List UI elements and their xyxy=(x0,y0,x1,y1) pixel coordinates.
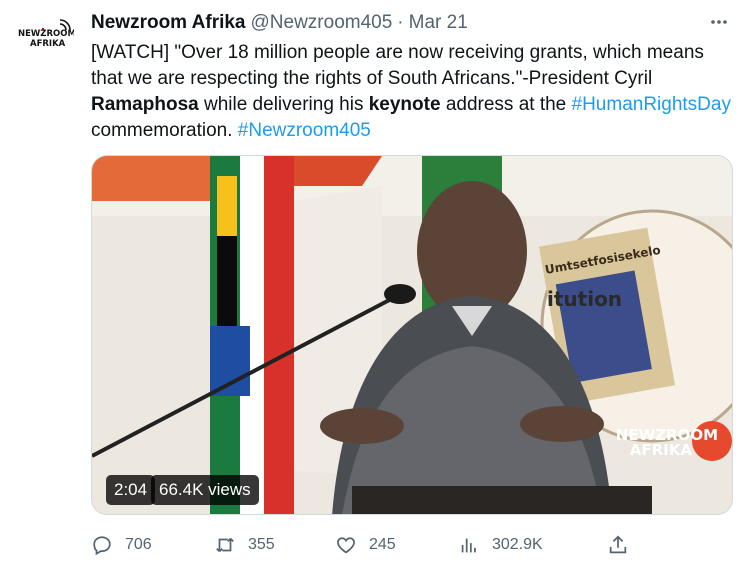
hashtag-human-rights-day[interactable]: #HumanRightsDay xyxy=(572,94,731,115)
book-word: itution xyxy=(547,287,622,311)
tweet-actions: 706 355 245 302.9K xyxy=(91,530,636,560)
newzroom-logo: NEWZROOM AFRIKA xyxy=(18,19,74,49)
reply-icon xyxy=(93,536,111,556)
svg-text:NEWZROOM: NEWZROOM xyxy=(18,29,74,39)
tweet-text: [WATCH] "Over 18 million people are now … xyxy=(91,40,736,144)
video-duration: 2:04 xyxy=(106,475,156,505)
tweet-text-part: [WATCH] "Over 18 million people are now … xyxy=(91,42,704,89)
like-button[interactable]: 245 xyxy=(335,534,396,556)
heart-icon xyxy=(337,537,355,554)
author-handle[interactable]: @Newzroom405 xyxy=(251,12,393,34)
video-views-badge: 66.4K views xyxy=(151,475,259,505)
tweet-header: Newzroom Afrika @Newzroom405 · Mar 21 xyxy=(91,11,734,35)
analytics-button[interactable]: 302.9K xyxy=(458,534,543,556)
watermark-line2: AFRIKA xyxy=(629,441,693,459)
analytics-icon xyxy=(461,538,476,553)
video-player[interactable]: Umtsetfosisekelo itution 2:04 66.4K view… xyxy=(91,155,733,515)
tweet-text-part: commemoration. xyxy=(91,120,238,141)
retweet-count: 355 xyxy=(248,536,275,553)
avatar[interactable]: NEWZROOM AFRIKA xyxy=(16,14,74,62)
more-options-icon[interactable] xyxy=(704,9,734,35)
retweet-button[interactable]: 355 xyxy=(214,534,275,556)
tweet-text-bold-keynote: keynote xyxy=(368,94,441,115)
separator-dot: · xyxy=(397,12,404,33)
tweet-date[interactable]: Mar 21 xyxy=(409,12,468,34)
tweet-text-bold-name: Ramaphosa xyxy=(91,94,199,115)
share-button[interactable] xyxy=(607,534,629,556)
like-count: 245 xyxy=(369,536,396,553)
retweet-icon xyxy=(216,537,234,553)
view-count: 302.9K xyxy=(492,536,543,553)
tweet-text-part: while delivering his xyxy=(198,94,369,115)
hashtag-newzroom405[interactable]: #Newzroom405 xyxy=(238,120,371,141)
tweet-text-part: address at the xyxy=(440,94,572,115)
video-frame: Umtsetfosisekelo itution xyxy=(92,156,732,514)
reply-button[interactable]: 706 xyxy=(91,534,152,556)
reply-count: 706 xyxy=(125,536,152,553)
share-icon xyxy=(609,535,627,554)
svg-text:AFRIKA: AFRIKA xyxy=(30,39,66,49)
author-name[interactable]: Newzroom Afrika xyxy=(91,12,246,34)
video-watermark: NEWZROOM AFRIKA xyxy=(616,428,718,458)
